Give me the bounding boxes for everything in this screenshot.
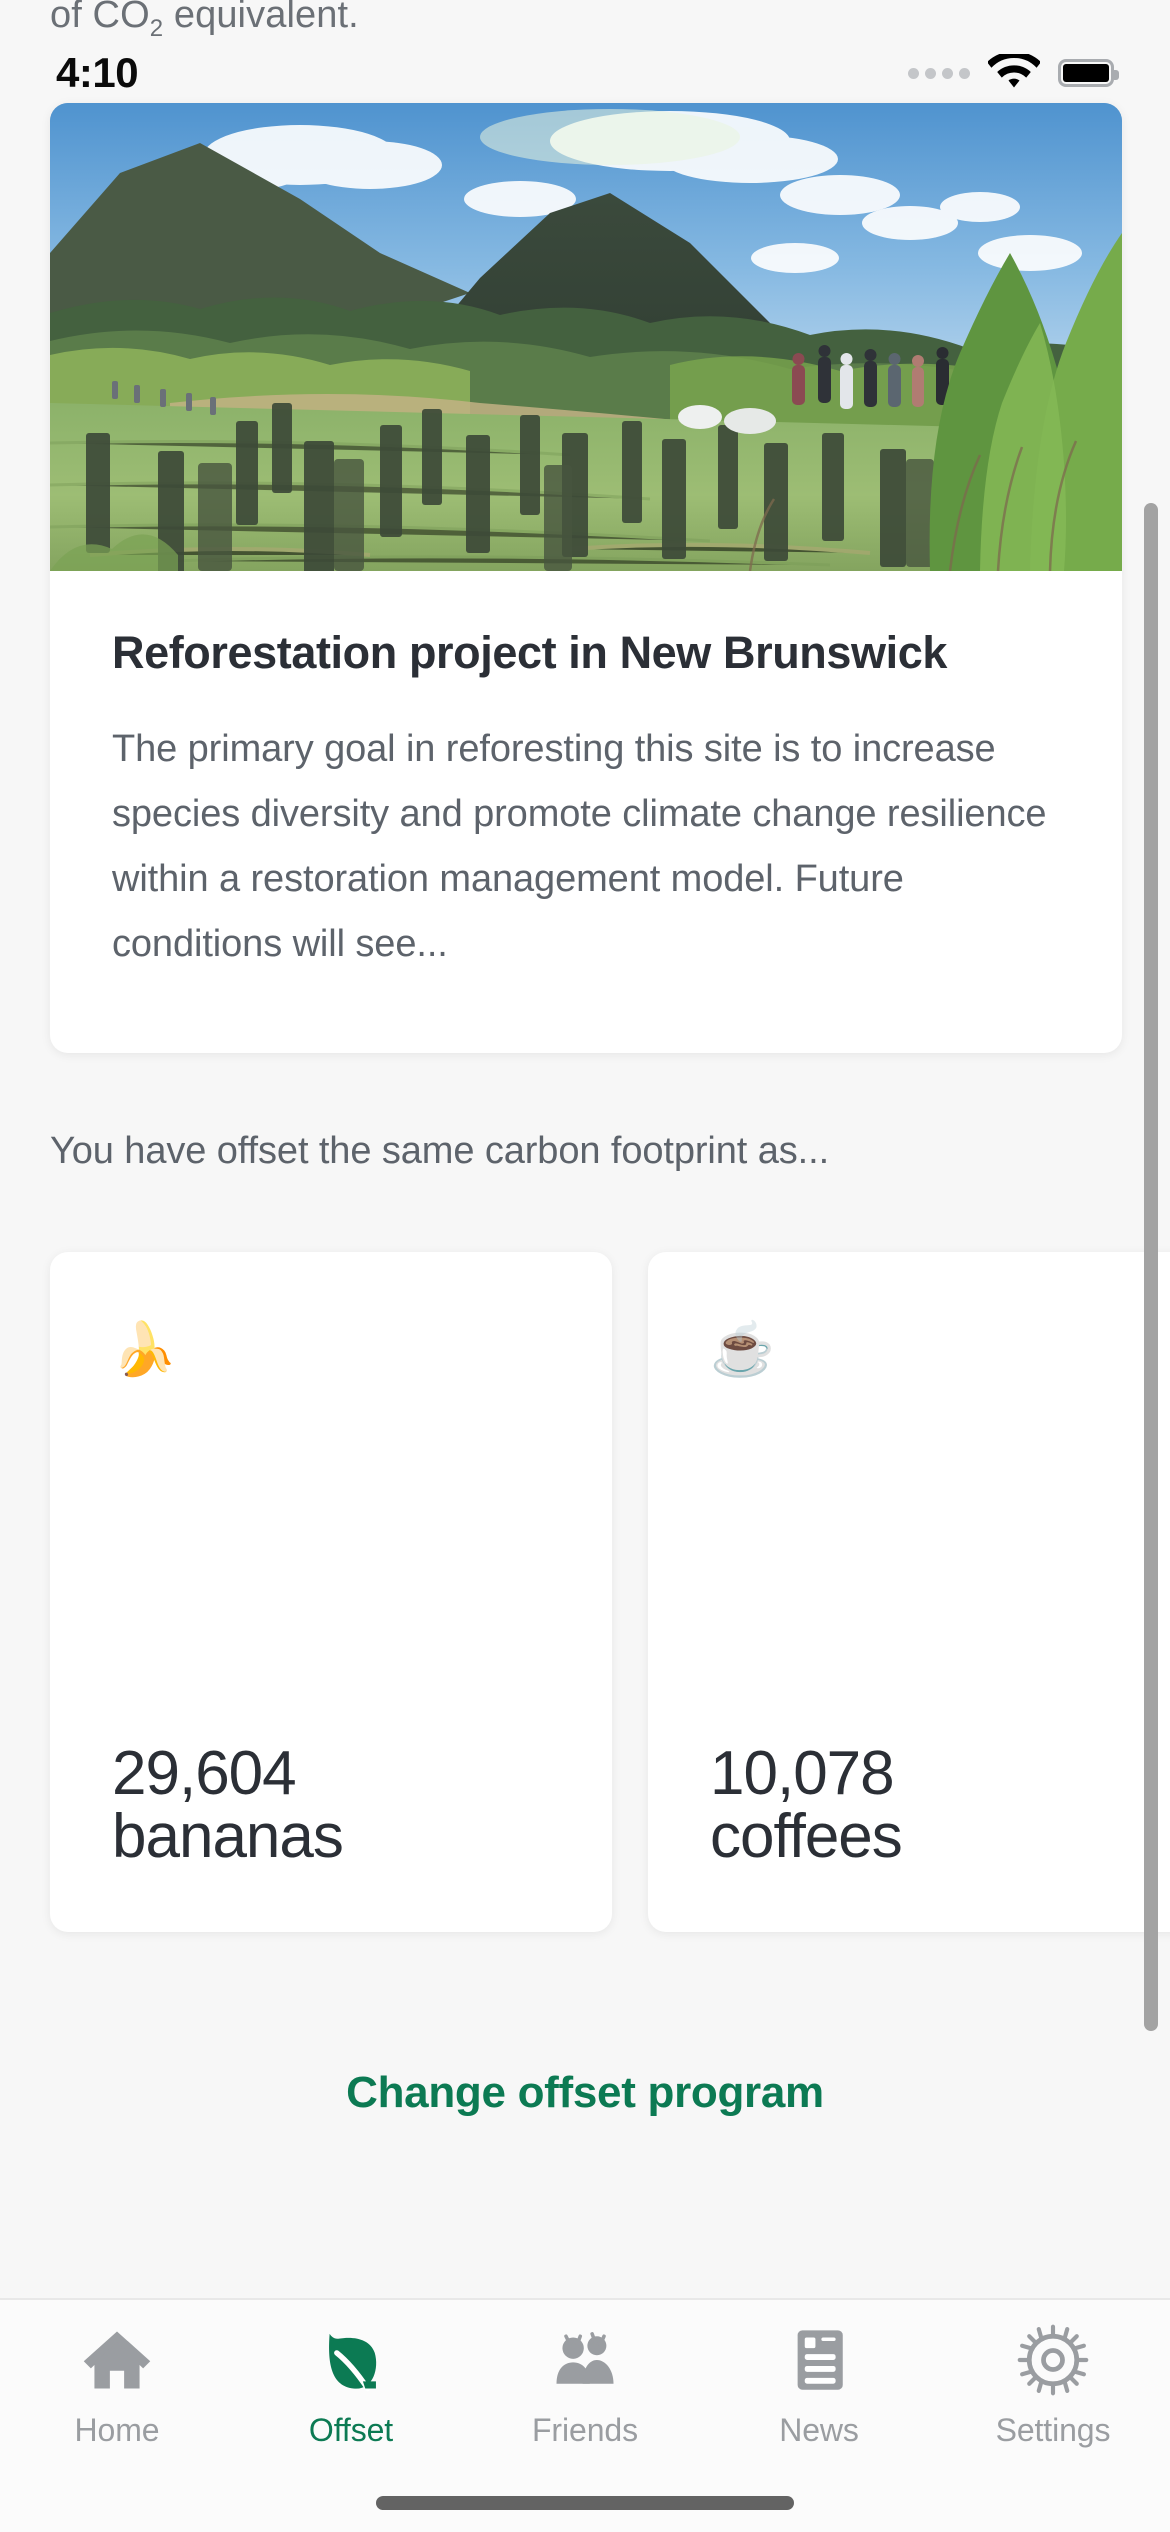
- signal-dots-icon: [908, 67, 970, 79]
- tab-settings[interactable]: Settings: [936, 2300, 1170, 2449]
- banana-emoji: 🍌: [112, 1321, 177, 1379]
- stat-value-coffees: 10,078 coffees: [710, 1738, 903, 1871]
- tab-friends[interactable]: Friends: [468, 2300, 702, 2449]
- reforestation-site-photo: [50, 103, 1122, 571]
- project-description: The primary goal in reforesting this sit…: [112, 727, 1047, 965]
- stat-value-bananas: 29,604 bananas: [112, 1738, 344, 1871]
- home-indicator[interactable]: [376, 2496, 794, 2510]
- tab-label-friends: Friends: [531, 2412, 638, 2448]
- change-offset-program-link[interactable]: Change offset program: [0, 2068, 1170, 2118]
- status-time: 4:10: [56, 49, 139, 96]
- tab-offset[interactable]: Offset: [234, 2300, 468, 2449]
- tab-news[interactable]: News: [702, 2300, 936, 2449]
- coffee-emoji: ☕: [710, 1321, 775, 1379]
- tab-label-settings: Settings: [995, 2412, 1111, 2448]
- stat-number-coffees: 10,078: [710, 1738, 895, 1808]
- tab-label-offset: Offset: [308, 2412, 394, 2448]
- vertical-scrollbar[interactable]: [1144, 503, 1158, 2031]
- scroll-content[interactable]: Reforestation project in New Brunswick T…: [0, 0, 1170, 2298]
- offset-equivalence-label: You have offset the same carbon footprin…: [50, 1130, 830, 1172]
- leaf-icon: [329, 2333, 377, 2392]
- home-icon: [83, 2331, 151, 2389]
- stat-card-bananas[interactable]: 🍌 29,604 bananas: [50, 1252, 612, 1932]
- project-card[interactable]: Reforestation project in New Brunswick T…: [50, 103, 1122, 1053]
- tab-label-home: Home: [74, 2412, 160, 2448]
- status-indicators: [908, 54, 1119, 92]
- stat-card-coffees[interactable]: ☕ 10,078 coffees: [648, 1252, 1170, 1932]
- gear-icon: [1017, 2324, 1089, 2396]
- status-bar: 4:10: [0, 42, 1170, 104]
- project-card-body: Reforestation project in New Brunswick T…: [50, 571, 1122, 977]
- tab-label-news: News: [779, 2412, 859, 2448]
- people-icon: [556, 2332, 614, 2384]
- stat-number-bananas: 29,604: [112, 1738, 297, 1808]
- project-title: Reforestation project in New Brunswick: [112, 627, 947, 678]
- newspaper-icon: [797, 2330, 843, 2390]
- stat-unit-coffees: coffees: [710, 1801, 903, 1871]
- battery-full-icon: [1058, 59, 1119, 87]
- tab-home[interactable]: Home: [0, 2300, 234, 2449]
- offset-equivalence-cards[interactable]: 🍌 29,604 bananas ☕ 10,078 coffees: [50, 1252, 1170, 1932]
- stat-unit-bananas: bananas: [112, 1801, 344, 1871]
- wifi-icon: [988, 54, 1040, 88]
- app-screen: of CO2 equivalent. 4:10 Reforestation pr…: [0, 0, 1170, 2532]
